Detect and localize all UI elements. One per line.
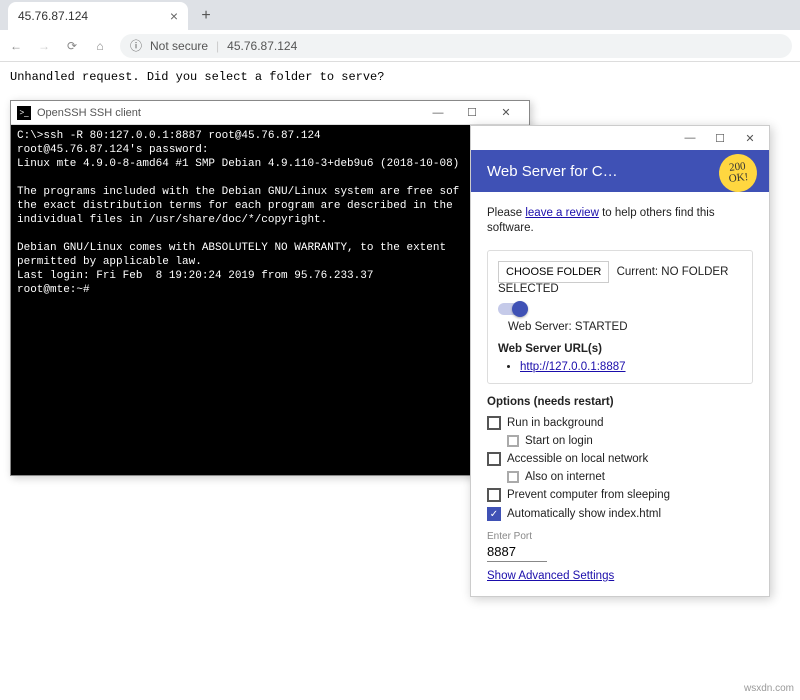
- minimize-button[interactable]: —: [421, 102, 455, 124]
- tab-close-icon[interactable]: ×: [170, 8, 178, 24]
- option-label: Prevent computer from sleeping: [507, 489, 670, 501]
- webserver-title: Web Server for C…: [487, 163, 618, 180]
- watermark: wsxdn.com: [744, 683, 794, 694]
- info-icon[interactable]: ⓘ: [130, 37, 142, 54]
- ws-maximize-button[interactable]: ☐: [705, 128, 735, 148]
- option-label: Also on internet: [525, 471, 605, 483]
- review-pre: Please: [487, 207, 525, 219]
- option-label: Accessible on local network: [507, 453, 648, 465]
- port-input[interactable]: [487, 542, 547, 562]
- reload-icon[interactable]: ⟳: [64, 39, 80, 53]
- address-bar[interactable]: ⓘ Not secure | 45.76.87.124: [120, 34, 792, 58]
- server-toggle[interactable]: [498, 303, 528, 315]
- option-run-background[interactable]: Run in background: [487, 416, 753, 430]
- home-icon[interactable]: ⌂: [92, 39, 108, 53]
- maximize-button[interactable]: ☐: [455, 102, 489, 124]
- browser-tab-bar: 45.76.87.124 × +: [0, 0, 800, 30]
- back-icon[interactable]: ←: [8, 39, 24, 53]
- webserver-window: — ☐ ✕ Web Server for C… 200 OK! Please l…: [470, 125, 770, 597]
- ok-badge-icon: 200 OK!: [717, 152, 759, 194]
- new-tab-button[interactable]: +: [194, 4, 218, 28]
- page-text: Unhandled request. Did you select a fold…: [10, 70, 384, 84]
- option-auto-index[interactable]: ✓ Automatically show index.html: [487, 507, 753, 521]
- checkbox-icon[interactable]: [487, 416, 501, 430]
- option-label: Automatically show index.html: [507, 508, 661, 520]
- checkbox-icon[interactable]: [487, 488, 501, 502]
- browser-tab[interactable]: 45.76.87.124 ×: [8, 2, 188, 30]
- not-secure-label: Not secure: [150, 39, 208, 53]
- options-heading: Options (needs restart): [487, 396, 753, 408]
- review-link[interactable]: leave a review: [525, 207, 599, 219]
- tab-title: 45.76.87.124: [18, 9, 88, 23]
- ssh-titlebar[interactable]: >_ OpenSSH SSH client — ☐ ✕: [11, 101, 529, 125]
- ws-close-button[interactable]: ✕: [735, 128, 765, 148]
- option-prevent-sleep[interactable]: Prevent computer from sleeping: [487, 488, 753, 502]
- review-text: Please leave a review to help others fin…: [487, 206, 753, 236]
- ws-minimize-button[interactable]: —: [675, 128, 705, 148]
- terminal-icon: >_: [17, 106, 31, 120]
- ssh-title-text: OpenSSH SSH client: [37, 107, 141, 119]
- port-label: Enter Port: [487, 531, 753, 542]
- toggle-knob: [512, 301, 528, 317]
- urls-heading: Web Server URL(s): [498, 343, 742, 355]
- url-text: 45.76.87.124: [227, 39, 297, 53]
- ssh-window: >_ OpenSSH SSH client — ☐ ✕ C:\>ssh -R 8…: [10, 100, 530, 476]
- option-label: Run in background: [507, 417, 604, 429]
- checkbox-icon[interactable]: ✓: [487, 507, 501, 521]
- checkbox-icon[interactable]: [487, 452, 501, 466]
- option-local-network[interactable]: Accessible on local network: [487, 452, 753, 466]
- option-also-internet[interactable]: Also on internet: [507, 471, 753, 483]
- option-start-login[interactable]: Start on login: [507, 435, 753, 447]
- separator: |: [216, 39, 219, 53]
- page-content: Unhandled request. Did you select a fold…: [0, 62, 800, 92]
- server-url-link[interactable]: http://127.0.0.1:8887: [520, 361, 626, 373]
- browser-toolbar: ← → ⟳ ⌂ ⓘ Not secure | 45.76.87.124: [0, 30, 800, 62]
- server-status: Web Server: STARTED: [508, 321, 742, 333]
- webserver-body: Please leave a review to help others fin…: [471, 192, 769, 596]
- forward-icon[interactable]: →: [36, 39, 52, 53]
- ssh-terminal[interactable]: C:\>ssh -R 80:127.0.0.1:8887 root@45.76.…: [11, 125, 529, 475]
- choose-folder-button[interactable]: CHOOSE FOLDER: [498, 261, 609, 283]
- webserver-titlebar[interactable]: — ☐ ✕: [471, 126, 769, 150]
- url-list: http://127.0.0.1:8887: [498, 361, 742, 373]
- folder-card: CHOOSE FOLDER Current: NO FOLDER SELECTE…: [487, 250, 753, 384]
- webserver-header: Web Server for C… 200 OK!: [471, 150, 769, 192]
- close-button[interactable]: ✕: [489, 102, 523, 124]
- checkbox-icon[interactable]: [507, 471, 519, 483]
- checkbox-icon[interactable]: [507, 435, 519, 447]
- option-label: Start on login: [525, 435, 593, 447]
- advanced-settings-link[interactable]: Show Advanced Settings: [487, 570, 614, 582]
